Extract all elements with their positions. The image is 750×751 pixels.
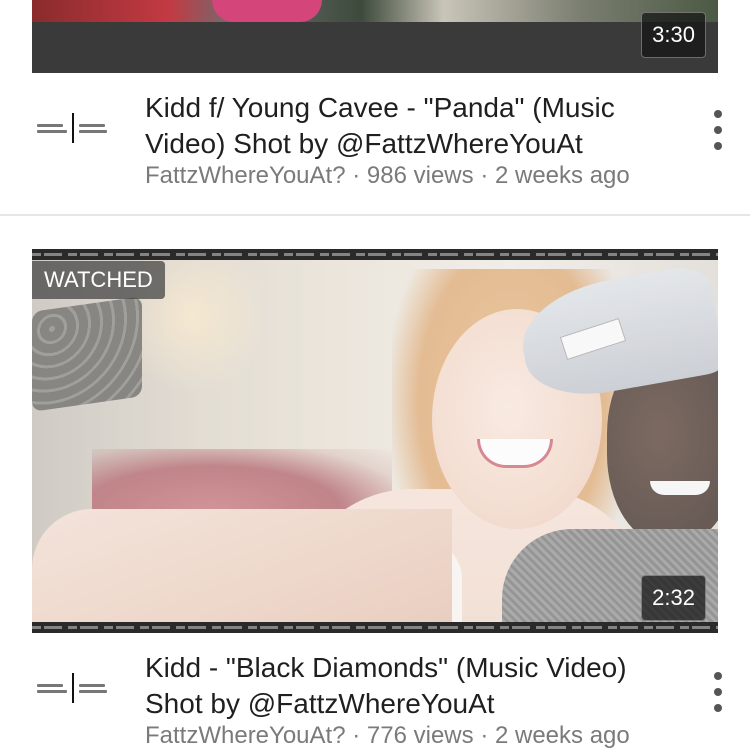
watched-badge: WATCHED <box>32 261 165 299</box>
duration-badge: 3:30 <box>641 12 706 58</box>
video-title[interactable]: Kidd - "Black Diamonds" (Music Video) Sh… <box>145 650 685 722</box>
video-thumbnail[interactable]: 3:30 <box>32 0 718 73</box>
view-count: 986 views <box>366 162 474 189</box>
channel-name[interactable]: FattzWhereYouAt? <box>145 722 346 749</box>
watermark-strip-top <box>32 249 718 260</box>
view-count: 776 views <box>366 722 474 749</box>
more-vert-icon[interactable] <box>708 672 728 712</box>
divider <box>0 214 750 216</box>
meta-separator: · <box>480 722 489 749</box>
meta-separator: · <box>480 162 489 189</box>
meta-separator: · <box>352 722 361 749</box>
watermark-strip-bottom <box>32 622 718 633</box>
more-vert-icon[interactable] <box>708 110 728 150</box>
fwya-visual-logo-icon <box>37 123 67 133</box>
fwya-visual-logo-icon <box>37 683 67 693</box>
channel-avatar[interactable] <box>32 668 112 708</box>
video-meta: FattzWhereYouAt? · 986 views · 2 weeks a… <box>145 161 705 191</box>
meta-separator: · <box>352 162 361 189</box>
channel-name[interactable]: FattzWhereYouAt? <box>145 162 346 189</box>
video-title[interactable]: Kidd f/ Young Cavee - "Panda" (Music Vid… <box>145 90 685 162</box>
thumbnail-image <box>32 0 718 22</box>
video-thumbnail[interactable]: WATCHED 2:32 <box>32 249 718 633</box>
channel-avatar[interactable] <box>32 108 112 148</box>
upload-age: 2 weeks ago <box>494 722 630 749</box>
upload-age: 2 weeks ago <box>494 162 630 189</box>
video-meta: FattzWhereYouAt? · 776 views · 2 weeks a… <box>145 721 705 751</box>
duration-badge: 2:32 <box>641 575 706 621</box>
